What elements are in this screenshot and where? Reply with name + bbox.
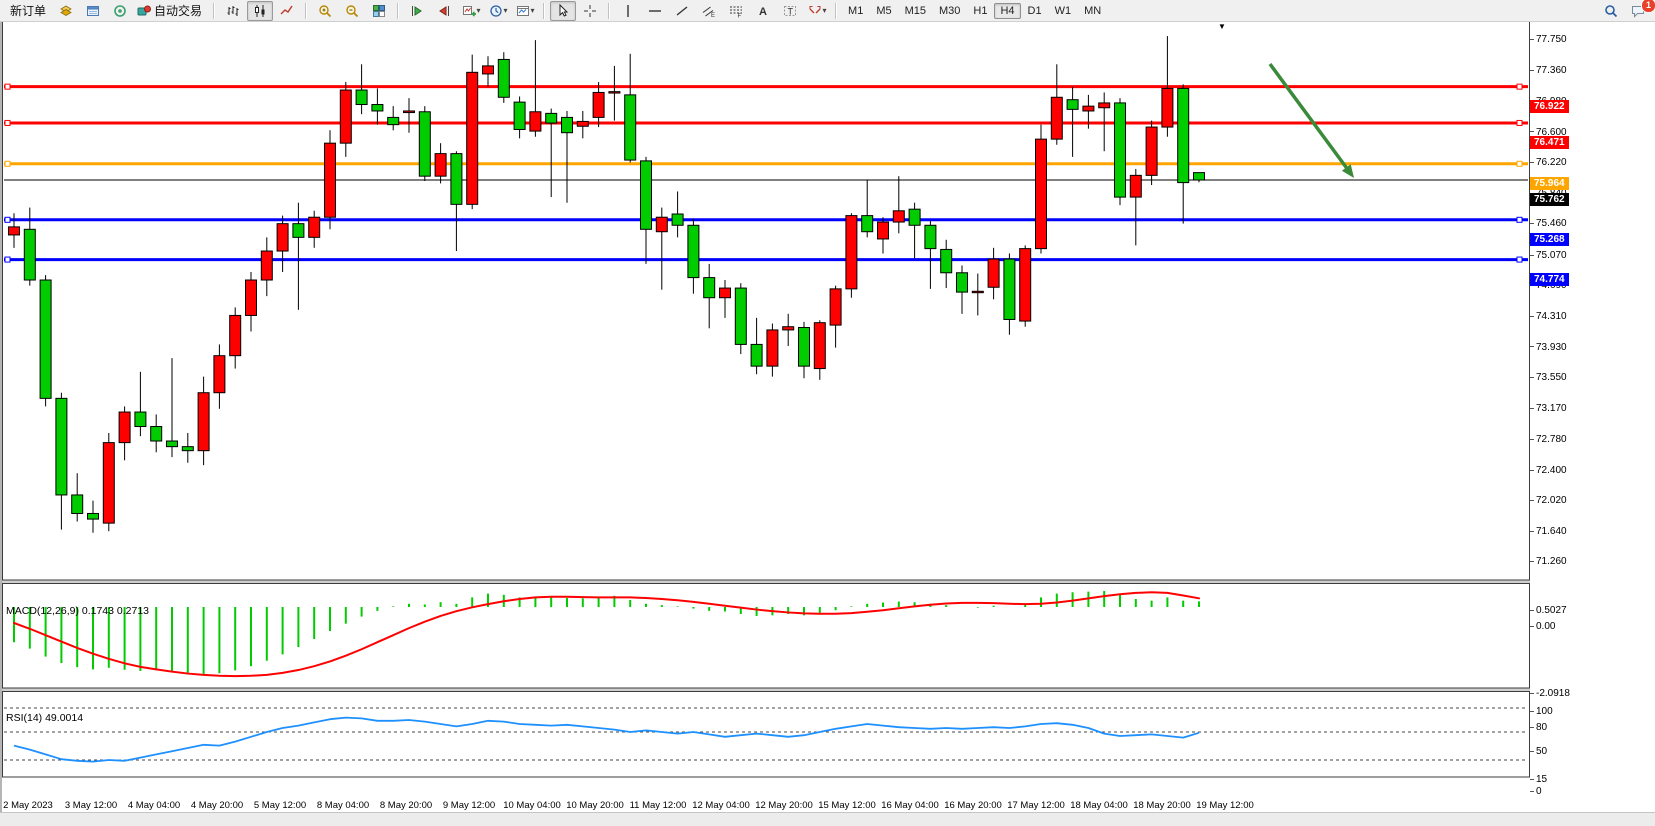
level-handle[interactable] bbox=[5, 217, 10, 222]
toolbar-separator bbox=[305, 3, 307, 19]
candle bbox=[40, 275, 51, 406]
text-label-icon[interactable]: T bbox=[777, 1, 803, 21]
tile-windows-icon[interactable] bbox=[366, 1, 392, 21]
bar-chart-icon[interactable] bbox=[220, 1, 246, 21]
svg-text:T: T bbox=[788, 6, 794, 16]
level-handle[interactable] bbox=[5, 120, 10, 125]
cursor-icon[interactable] bbox=[550, 1, 576, 21]
candle bbox=[419, 106, 430, 181]
search-icon[interactable] bbox=[1598, 1, 1624, 21]
price-chart[interactable] bbox=[2, 22, 1530, 800]
new-order-button[interactable]: 新订单 bbox=[4, 1, 52, 21]
indicators-icon-dropdown[interactable]: ▾ bbox=[477, 6, 481, 15]
macd-pane-frame bbox=[3, 584, 1530, 689]
market-watch-icon[interactable] bbox=[53, 1, 79, 21]
svg-text:E: E bbox=[711, 13, 715, 18]
level-handle[interactable] bbox=[1517, 120, 1522, 125]
candle bbox=[735, 283, 746, 354]
level-handle[interactable] bbox=[5, 84, 10, 89]
chart-shift-marker[interactable]: ▼ bbox=[1218, 22, 1226, 31]
data-window-icon[interactable] bbox=[80, 1, 106, 21]
toolbar: 新订单 自动交易 ▾ ▾ ▾ E F A T ▾ M1M5M15M30H1H4D1W1MN 1 bbox=[0, 0, 1655, 22]
svg-text:A: A bbox=[759, 6, 767, 18]
timeframe-m15-button[interactable]: M15 bbox=[899, 3, 932, 19]
level-handle[interactable] bbox=[1517, 84, 1522, 89]
notification-badge: 1 bbox=[1641, 0, 1655, 13]
equidistant-channel-icon[interactable]: E bbox=[696, 1, 722, 21]
svg-text:F: F bbox=[738, 13, 742, 18]
zoom-out-icon[interactable] bbox=[339, 1, 365, 21]
candle bbox=[1020, 245, 1031, 326]
level-handle[interactable] bbox=[1517, 257, 1522, 262]
crosshair-icon[interactable] bbox=[577, 1, 603, 21]
toolbar-separator bbox=[608, 3, 610, 19]
toolbar-separator bbox=[397, 3, 399, 19]
candle bbox=[103, 433, 114, 531]
candle bbox=[325, 130, 336, 229]
templates-icon-dropdown[interactable]: ▾ bbox=[531, 6, 535, 15]
candle bbox=[1115, 98, 1126, 205]
pane-separator[interactable] bbox=[2, 581, 1530, 584]
level-handle[interactable] bbox=[1517, 161, 1522, 166]
chat-icon[interactable]: 1 bbox=[1625, 1, 1651, 21]
toolbar-separator bbox=[543, 3, 545, 19]
toolbar-separator bbox=[213, 3, 215, 19]
timeframe-m5-button[interactable]: M5 bbox=[870, 3, 897, 19]
timeframe-m1-button[interactable]: M1 bbox=[842, 3, 869, 19]
candlestick-icon[interactable] bbox=[247, 1, 273, 21]
zoom-in-icon[interactable] bbox=[312, 1, 338, 21]
vertical-line-icon[interactable] bbox=[615, 1, 641, 21]
indicators-icon[interactable]: ▾ bbox=[458, 1, 484, 21]
candle bbox=[846, 213, 857, 298]
level-handle[interactable] bbox=[5, 257, 10, 262]
chart-window: ▼ UKOil-,H4 75.854 75.855 75.735 75.762 … bbox=[0, 22, 1655, 812]
fibonacci-icon[interactable]: F bbox=[723, 1, 749, 21]
auto-trading-button[interactable]: 自动交易 bbox=[134, 1, 208, 21]
trendline-icon[interactable] bbox=[669, 1, 695, 21]
level-handle[interactable] bbox=[1517, 217, 1522, 222]
navigator-icon[interactable] bbox=[107, 1, 133, 21]
new-order-button-label: 新订单 bbox=[7, 2, 49, 19]
arrows-icon[interactable]: ▾ bbox=[804, 1, 830, 21]
pane-separator[interactable] bbox=[2, 689, 1530, 692]
arrows-icon-dropdown[interactable]: ▾ bbox=[823, 6, 827, 15]
periods-icon[interactable]: ▾ bbox=[485, 1, 511, 21]
mt4-terminal: 新订单 自动交易 ▾ ▾ ▾ E F A T ▾ M1M5M15M30H1H4D1W1MN 1 ▼ U… bbox=[0, 0, 1655, 826]
level-handle[interactable] bbox=[5, 161, 10, 166]
line-chart-icon[interactable] bbox=[274, 1, 300, 21]
status-strip bbox=[0, 812, 1655, 826]
chart-shift-icon[interactable] bbox=[431, 1, 457, 21]
timeframe-w1-button[interactable]: W1 bbox=[1049, 3, 1078, 19]
candle bbox=[498, 52, 509, 103]
templates-icon[interactable]: ▾ bbox=[512, 1, 538, 21]
candle bbox=[467, 55, 478, 210]
periods-icon-dropdown[interactable]: ▾ bbox=[504, 6, 508, 15]
toolbar-separator bbox=[835, 3, 837, 19]
timeframe-h4-button[interactable]: H4 bbox=[994, 3, 1020, 19]
text-icon[interactable]: A bbox=[750, 1, 776, 21]
auto-scroll-icon[interactable] bbox=[404, 1, 430, 21]
horizontal-line-icon[interactable] bbox=[642, 1, 668, 21]
timeframe-mn-button[interactable]: MN bbox=[1078, 3, 1107, 19]
timeframe-m30-button[interactable]: M30 bbox=[933, 3, 966, 19]
candle bbox=[1036, 125, 1047, 254]
timeframe-d1-button[interactable]: D1 bbox=[1022, 3, 1048, 19]
candle bbox=[1146, 121, 1157, 185]
auto-trading-label: 自动交易 bbox=[151, 2, 205, 19]
timeframe-h1-button[interactable]: H1 bbox=[967, 3, 993, 19]
